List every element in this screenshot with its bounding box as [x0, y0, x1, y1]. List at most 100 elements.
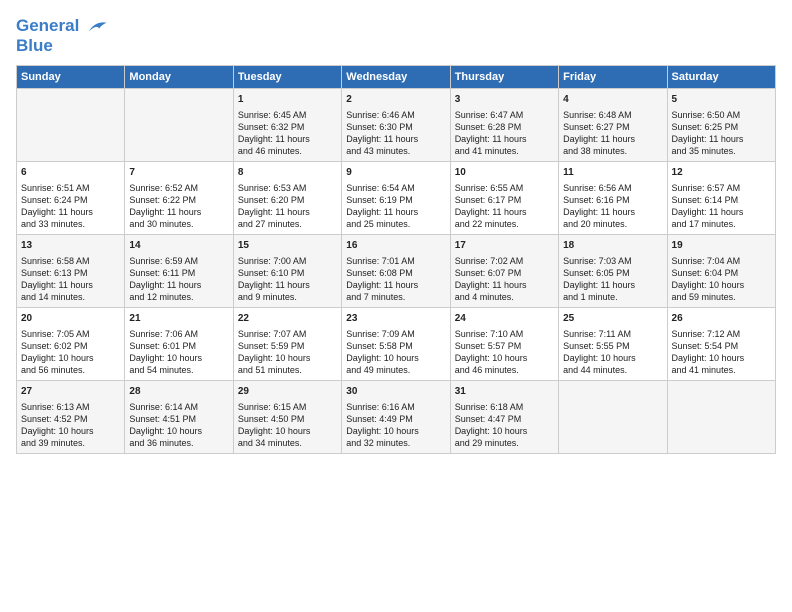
- calendar-day-16: 16Sunrise: 7:01 AMSunset: 6:08 PMDayligh…: [342, 235, 450, 308]
- calendar-day-31: 31Sunrise: 6:18 AMSunset: 4:47 PMDayligh…: [450, 381, 558, 454]
- day-info: Sunrise: 6:54 AM: [346, 182, 445, 194]
- day-info: Sunrise: 7:04 AM: [672, 255, 771, 267]
- day-info: Sunrise: 6:51 AM: [21, 182, 120, 194]
- logo-blue: Blue: [16, 36, 108, 56]
- calendar-day-26: 26Sunrise: 7:12 AMSunset: 5:54 PMDayligh…: [667, 308, 775, 381]
- day-info: and 9 minutes.: [238, 291, 337, 303]
- calendar-day-30: 30Sunrise: 6:16 AMSunset: 4:49 PMDayligh…: [342, 381, 450, 454]
- day-info: and 44 minutes.: [563, 364, 662, 376]
- day-info: and 30 minutes.: [129, 218, 228, 230]
- day-info: Sunrise: 7:07 AM: [238, 328, 337, 340]
- calendar-day-28: 28Sunrise: 6:14 AMSunset: 4:51 PMDayligh…: [125, 381, 233, 454]
- day-info: Sunset: 6:13 PM: [21, 267, 120, 279]
- day-number: 24: [455, 312, 554, 326]
- day-info: and 36 minutes.: [129, 437, 228, 449]
- day-number: 14: [129, 239, 228, 253]
- col-header-tuesday: Tuesday: [233, 66, 341, 89]
- day-info: Daylight: 10 hours: [672, 352, 771, 364]
- calendar-day-13: 13Sunrise: 6:58 AMSunset: 6:13 PMDayligh…: [17, 235, 125, 308]
- day-info: Sunset: 5:57 PM: [455, 340, 554, 352]
- day-number: 2: [346, 93, 445, 107]
- day-info: Daylight: 11 hours: [129, 279, 228, 291]
- day-number: 29: [238, 385, 337, 399]
- day-info: Daylight: 10 hours: [346, 425, 445, 437]
- day-info: Sunset: 6:02 PM: [21, 340, 120, 352]
- day-info: Sunrise: 6:50 AM: [672, 109, 771, 121]
- day-info: Sunset: 6:32 PM: [238, 121, 337, 133]
- calendar-day-14: 14 Sunrise: 6:59 AMSunset: 6:11 PMDayligh…: [125, 235, 233, 308]
- day-number: 15: [238, 239, 337, 253]
- day-info: Daylight: 11 hours: [21, 206, 120, 218]
- day-number: 28: [129, 385, 228, 399]
- calendar-day-1: 1Sunrise: 6:45 AMSunset: 6:32 PMDaylight…: [233, 89, 341, 162]
- day-number: 19: [672, 239, 771, 253]
- day-number: 18: [563, 239, 662, 253]
- day-info: Sunset: 4:49 PM: [346, 413, 445, 425]
- day-info: and 27 minutes.: [238, 218, 337, 230]
- col-header-wednesday: Wednesday: [342, 66, 450, 89]
- calendar-day-9: 9Sunrise: 6:54 AMSunset: 6:19 PMDaylight…: [342, 162, 450, 235]
- day-info: Daylight: 10 hours: [238, 352, 337, 364]
- day-info: Daylight: 11 hours: [455, 206, 554, 218]
- day-number: 13: [21, 239, 120, 253]
- day-number: 12: [672, 166, 771, 180]
- day-info: Daylight: 11 hours: [346, 206, 445, 218]
- calendar-day-25: 25Sunrise: 7:11 AMSunset: 5:55 PMDayligh…: [559, 308, 667, 381]
- day-number: 26: [672, 312, 771, 326]
- calendar-day-empty: [667, 381, 775, 454]
- day-info: Daylight: 10 hours: [455, 352, 554, 364]
- day-info: Sunset: 6:27 PM: [563, 121, 662, 133]
- day-info: and 34 minutes.: [238, 437, 337, 449]
- col-header-monday: Monday: [125, 66, 233, 89]
- day-info: Daylight: 10 hours: [455, 425, 554, 437]
- day-info: and 22 minutes.: [455, 218, 554, 230]
- logo-general: General: [16, 16, 79, 35]
- day-info: Sunset: 6:10 PM: [238, 267, 337, 279]
- day-number: 27: [21, 385, 120, 399]
- calendar-header-row: SundayMondayTuesdayWednesdayThursdayFrid…: [17, 66, 776, 89]
- day-info: Sunset: 6:07 PM: [455, 267, 554, 279]
- calendar-day-24: 24Sunrise: 7:10 AMSunset: 5:57 PMDayligh…: [450, 308, 558, 381]
- calendar-week-row: 27Sunrise: 6:13 AMSunset: 4:52 PMDayligh…: [17, 381, 776, 454]
- day-info: Daylight: 11 hours: [563, 133, 662, 145]
- col-header-friday: Friday: [559, 66, 667, 89]
- calendar-day-21: 21Sunrise: 7:06 AMSunset: 6:01 PMDayligh…: [125, 308, 233, 381]
- day-info: Sunset: 4:51 PM: [129, 413, 228, 425]
- day-info: Sunset: 4:50 PM: [238, 413, 337, 425]
- calendar-day-10: 10Sunrise: 6:55 AMSunset: 6:17 PMDayligh…: [450, 162, 558, 235]
- day-info: and 4 minutes.: [455, 291, 554, 303]
- page-container: General Blue SundayMondayTuesdayWednesda…: [0, 0, 792, 462]
- day-info: Sunset: 6:22 PM: [129, 194, 228, 206]
- calendar-day-18: 18Sunrise: 7:03 AMSunset: 6:05 PMDayligh…: [559, 235, 667, 308]
- day-info: Sunset: 6:11 PM: [129, 267, 228, 279]
- day-info: and 32 minutes.: [346, 437, 445, 449]
- day-info: Sunset: 6:25 PM: [672, 121, 771, 133]
- day-info: and 35 minutes.: [672, 145, 771, 157]
- day-info: Sunrise: 6:46 AM: [346, 109, 445, 121]
- calendar-week-row: 6Sunrise: 6:51 AMSunset: 6:24 PMDaylight…: [17, 162, 776, 235]
- day-info: Daylight: 11 hours: [129, 206, 228, 218]
- day-info: Sunrise: 7:02 AM: [455, 255, 554, 267]
- day-info: Sunrise: 6:57 AM: [672, 182, 771, 194]
- day-number: 17: [455, 239, 554, 253]
- calendar-week-row: 20Sunrise: 7:05 AMSunset: 6:02 PMDayligh…: [17, 308, 776, 381]
- calendar-day-17: 17Sunrise: 7:02 AMSunset: 6:07 PMDayligh…: [450, 235, 558, 308]
- day-number: 10: [455, 166, 554, 180]
- day-info: Daylight: 10 hours: [672, 279, 771, 291]
- calendar-day-20: 20Sunrise: 7:05 AMSunset: 6:02 PMDayligh…: [17, 308, 125, 381]
- day-number: 9: [346, 166, 445, 180]
- calendar-day-2: 2Sunrise: 6:46 AMSunset: 6:30 PMDaylight…: [342, 89, 450, 162]
- day-info: Sunset: 5:58 PM: [346, 340, 445, 352]
- calendar-day-empty: [559, 381, 667, 454]
- day-info: and 46 minutes.: [455, 364, 554, 376]
- day-info: Daylight: 11 hours: [672, 206, 771, 218]
- calendar-day-22: 22Sunrise: 7:07 AMSunset: 5:59 PMDayligh…: [233, 308, 341, 381]
- day-info: Sunrise: 7:06 AM: [129, 328, 228, 340]
- day-info: Sunrise: 7:11 AM: [563, 328, 662, 340]
- day-info: Sunrise: 7:01 AM: [346, 255, 445, 267]
- day-info: and 54 minutes.: [129, 364, 228, 376]
- day-info: and 29 minutes.: [455, 437, 554, 449]
- day-info: and 56 minutes.: [21, 364, 120, 376]
- logo: General Blue: [16, 16, 108, 55]
- day-info: Sunrise: 6:59 AM: [129, 255, 228, 267]
